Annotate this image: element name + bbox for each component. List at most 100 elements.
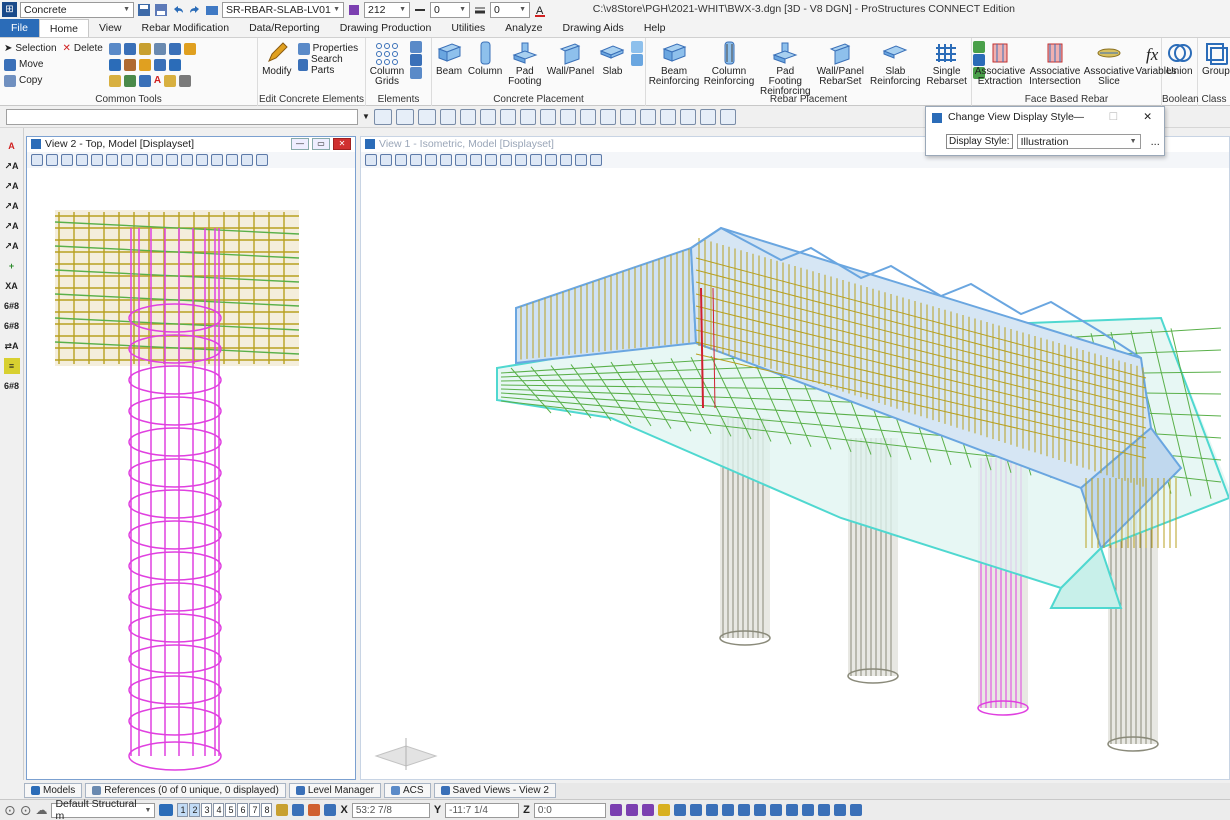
rebar-tool-6-icon[interactable] <box>699 108 716 125</box>
nearest-snap-icon[interactable] <box>673 804 686 816</box>
cube-left-icon[interactable] <box>539 108 556 125</box>
parallel-snap-icon[interactable] <box>801 804 814 816</box>
accudraw-icon[interactable] <box>292 804 305 816</box>
walk-icon[interactable] <box>515 154 527 166</box>
tangent-snap-icon[interactable] <box>769 804 782 816</box>
grid-lock-icon[interactable] <box>324 804 337 816</box>
bar-mark-c-icon[interactable]: 6#8 <box>4 378 20 394</box>
view-1-canvas[interactable] <box>361 168 1229 778</box>
tab-help[interactable]: Help <box>634 19 676 37</box>
tab-drawing-aids[interactable]: Drawing Aids <box>553 19 634 37</box>
midpoint-snap-icon[interactable] <box>705 804 718 816</box>
bar-mark-b-icon[interactable]: 6#8 <box>4 318 20 334</box>
undo-icon[interactable] <box>171 3 185 17</box>
opening-icon[interactable] <box>631 41 644 53</box>
references-tab[interactable]: References (0 of 0 unique, 0 displayed) <box>85 783 286 798</box>
wall-panel-button[interactable]: Wall/Panel <box>547 41 594 77</box>
clip-volume-icon[interactable] <box>241 154 253 166</box>
tab-drawing-production[interactable]: Drawing Production <box>330 19 442 37</box>
pan-icon[interactable] <box>500 154 512 166</box>
previous-view-icon[interactable] <box>530 154 542 166</box>
rebar-tool-1-icon[interactable] <box>599 108 616 125</box>
pan-icon[interactable] <box>166 154 178 166</box>
bars-icon[interactable]: ≡ <box>3 358 20 374</box>
place-line-icon[interactable] <box>108 58 121 71</box>
cube-right-icon[interactable] <box>559 108 576 125</box>
maximize-button[interactable]: ▭ <box>312 138 330 150</box>
cloud-icon[interactable]: ☁ <box>35 803 47 817</box>
window-area-icon[interactable] <box>455 154 467 166</box>
bisector-snap-icon[interactable] <box>849 804 862 816</box>
lighting-icon[interactable] <box>61 154 73 166</box>
display-style-icon[interactable] <box>46 154 58 166</box>
label-c-icon[interactable]: ↗A <box>4 198 20 214</box>
add-icon[interactable] <box>631 54 644 66</box>
search-parts-button[interactable]: Search Parts <box>297 54 361 76</box>
tools-icon[interactable] <box>410 154 422 166</box>
line-icon[interactable] <box>123 42 136 55</box>
point-snap-icon[interactable] <box>817 804 830 816</box>
delete-button[interactable]: ✕ Delete <box>63 41 103 56</box>
element-b-icon[interactable] <box>410 54 422 66</box>
union-button[interactable]: Union <box>1166 41 1193 77</box>
cube-iso-icon[interactable] <box>499 108 516 125</box>
rebar-tool-2-icon[interactable] <box>619 108 636 125</box>
view-button-5[interactable]: 5 <box>225 803 237 817</box>
view-button-2[interactable]: 2 <box>189 803 201 817</box>
rebar-tool-3-icon[interactable] <box>639 108 656 125</box>
text-icon[interactable]: A <box>154 75 161 86</box>
z-coordinate-field[interactable]: 0:0 <box>533 802 606 818</box>
cube-bottom-icon[interactable] <box>579 108 596 125</box>
multi-snap-icon[interactable] <box>833 804 846 816</box>
view-2-titlebar[interactable]: View 2 - Top, Model [Displayset] — ▭ ✕ <box>27 137 355 152</box>
tab-data-reporting[interactable]: Data/Reporting <box>239 19 330 37</box>
color-combo[interactable]: 212 ▼ <box>364 1 410 18</box>
dialog-titlebar[interactable]: Change View Display Style — ☐ ✕ <box>926 107 1164 128</box>
single-rebarset-button[interactable]: Single Rebarset <box>926 41 967 87</box>
cell-icon[interactable] <box>138 58 151 71</box>
level-combo[interactable]: SR-RBAR-SLAB-LV01 ▼ <box>222 1 344 18</box>
hatch-icon[interactable] <box>641 804 654 816</box>
view-2-canvas[interactable] <box>27 168 355 778</box>
label-d-icon[interactable]: ↗A <box>4 218 20 234</box>
tab-analyze[interactable]: Analyze <box>495 19 552 37</box>
rebar-tool-7-icon[interactable] <box>719 108 736 125</box>
snap-off-icon[interactable] <box>657 804 670 816</box>
associative-extraction-button[interactable]: Associative Extraction <box>975 41 1025 87</box>
table-icon[interactable] <box>179 74 192 87</box>
beam-reinforcing-button[interactable]: Beam Reinforcing <box>649 41 699 87</box>
minimize-button[interactable]: — <box>1074 107 1085 128</box>
walk-icon[interactable] <box>181 154 193 166</box>
close-button[interactable]: ✕ <box>1143 107 1152 128</box>
view-button-3[interactable]: 3 <box>201 803 213 817</box>
y-coordinate-field[interactable]: -11:7 1/4 <box>445 802 520 818</box>
tab-file[interactable]: File <box>0 19 39 37</box>
window-area-icon[interactable] <box>121 154 133 166</box>
copy-button[interactable]: Copy <box>4 73 57 88</box>
arc-icon[interactable] <box>123 74 136 87</box>
minimize-button[interactable]: — <box>291 138 309 150</box>
cube-back-icon[interactable] <box>519 108 536 125</box>
element-a-icon[interactable] <box>410 41 422 53</box>
pad-footing-button[interactable]: Pad Footing <box>508 41 541 87</box>
app-logo-icon[interactable]: ⊞ <box>2 2 17 17</box>
view-button-7[interactable]: 7 <box>249 803 261 817</box>
element-c-icon[interactable] <box>410 67 422 79</box>
display-style-select[interactable]: Illustration ▼ <box>1016 134 1141 149</box>
tab-utilities[interactable]: Utilities <box>441 19 495 37</box>
back-icon[interactable]: ⊙ <box>4 802 16 819</box>
key-in-field[interactable] <box>6 108 358 125</box>
chevron-down-icon[interactable]: ▼ <box>362 112 370 121</box>
copy-view-icon[interactable] <box>560 154 572 166</box>
beam-button[interactable]: Beam <box>436 41 462 77</box>
next-view-icon[interactable] <box>211 154 223 166</box>
zoom-out-icon[interactable] <box>106 154 118 166</box>
style-combo[interactable]: 0 ▼ <box>430 1 470 18</box>
associative-intersection-button[interactable]: Associative Intersection <box>1029 41 1081 87</box>
label-a-icon[interactable]: ↗A <box>4 158 20 174</box>
cube-front-icon[interactable] <box>439 108 456 125</box>
close-button[interactable]: ✕ <box>333 138 351 150</box>
group-button[interactable]: Group <box>1202 41 1230 77</box>
clip-mask-icon[interactable] <box>256 154 268 166</box>
fit-view-icon[interactable] <box>470 154 482 166</box>
